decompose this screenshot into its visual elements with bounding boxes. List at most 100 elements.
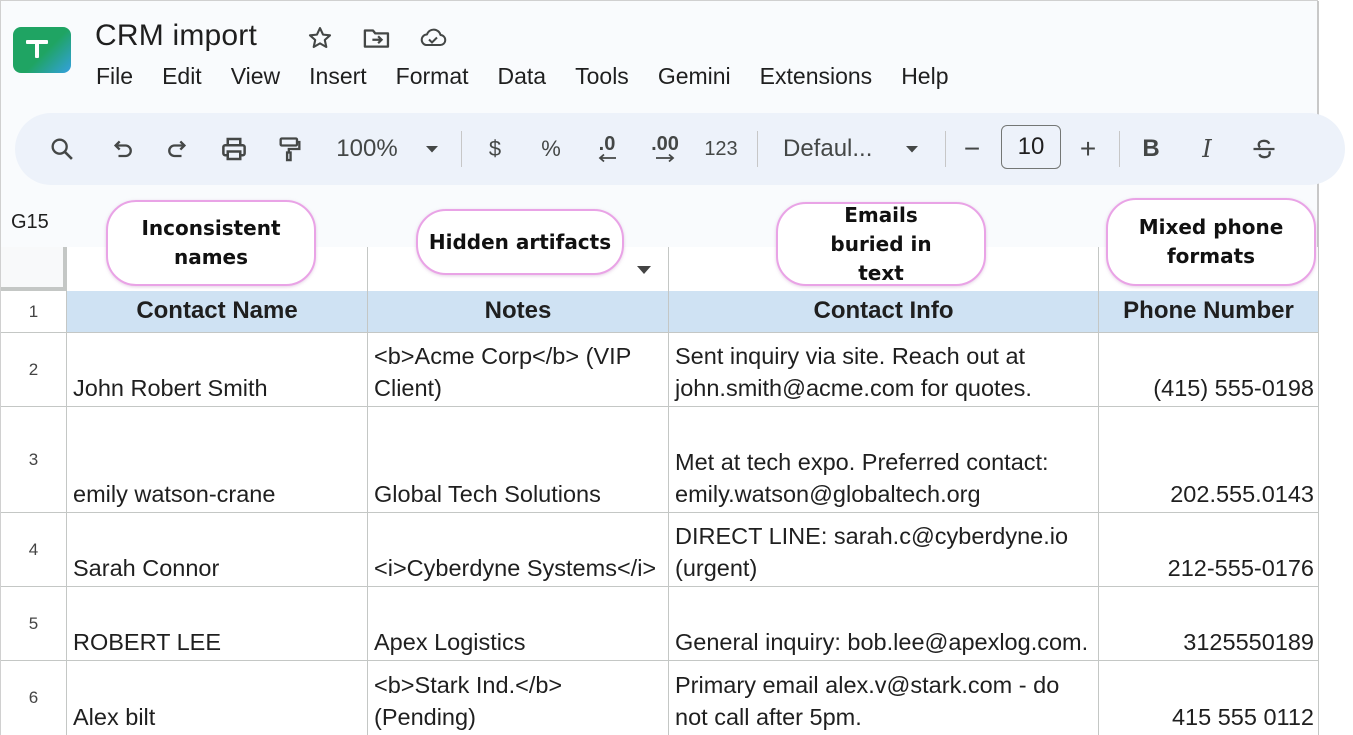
row-header-1[interactable]: 1 <box>1 291 67 333</box>
callout-emails-buried: Emails buried in text <box>776 202 986 286</box>
header-cell-phone-number[interactable]: Phone Number <box>1099 291 1319 333</box>
header-cell-contact-info[interactable]: Contact Info <box>669 291 1099 333</box>
cell-phone[interactable]: (415) 555-0198 <box>1099 333 1319 407</box>
callout-hidden-artifacts: Hidden artifacts <box>416 209 624 275</box>
cell-info[interactable]: DIRECT LINE: sarah.c@cyberdyne.io (urgen… <box>669 513 1099 587</box>
toolbar-divider <box>1119 131 1120 167</box>
cell-text: emily watson-crane <box>73 481 276 507</box>
percent-format-button[interactable]: % <box>535 113 567 185</box>
row-header-5[interactable]: 5 <box>1 587 67 661</box>
cell-notes[interactable]: <b>Stark Ind.</b> (Pending) <box>368 661 669 735</box>
cell-notes[interactable]: <b>Acme Corp</b> (VIP Client) <box>368 333 669 407</box>
cell-notes[interactable]: Global Tech Solutions <box>368 407 669 513</box>
cell-text: 212-555-0176 <box>1167 555 1314 581</box>
row-header-3[interactable]: 3 <box>1 407 67 513</box>
zoom-select[interactable]: 100% <box>331 113 403 185</box>
cell-name[interactable]: John Robert Smith <box>67 333 368 407</box>
increase-decimal-button[interactable]: .00 <box>643 113 687 185</box>
cell-text: Primary email alex.v@stark.com - do not … <box>675 672 1060 730</box>
menu-format[interactable]: Format <box>396 63 469 90</box>
decrease-decimal-button[interactable]: .0 <box>587 113 627 185</box>
cell-phone[interactable]: 202.555.0143 <box>1099 407 1319 513</box>
cell-text: <b>Stark Ind.</b> (Pending) <box>374 672 563 730</box>
currency-format-button[interactable]: $ <box>479 113 511 185</box>
undo-icon[interactable] <box>105 113 139 185</box>
cell-text: 3125550189 <box>1183 629 1314 655</box>
cell-name[interactable]: Sarah Connor <box>67 513 368 587</box>
cell-text: Sarah Connor <box>73 555 220 581</box>
menu-data[interactable]: Data <box>498 63 547 90</box>
cell-phone[interactable]: 3125550189 <box>1099 587 1319 661</box>
paint-format-icon[interactable] <box>273 113 307 185</box>
callout-inconsistent-names: Inconsistent names <box>106 200 316 286</box>
menu-bar: File Edit View Insert Format Data Tools … <box>96 63 978 90</box>
cell-text: <i>Cyberdyne Systems</i> <box>374 555 657 581</box>
italic-button[interactable]: I <box>1193 113 1221 185</box>
cell-name[interactable]: emily watson-crane <box>67 407 368 513</box>
toolbar-divider <box>461 131 462 167</box>
cell-text: Met at tech expo. Preferred contact: emi… <box>675 449 1049 507</box>
move-to-folder-icon[interactable] <box>362 23 392 53</box>
decrease-font-size-button[interactable]: − <box>957 113 987 185</box>
bold-button[interactable]: B <box>1137 113 1165 185</box>
menu-extensions[interactable]: Extensions <box>760 63 873 90</box>
toolbar-divider <box>757 131 758 167</box>
cell-info[interactable]: Met at tech expo. Preferred contact: emi… <box>669 407 1099 513</box>
callout-mixed-phone-formats: Mixed phone formats <box>1106 198 1316 286</box>
header-cell-contact-name[interactable]: Contact Name <box>67 291 368 333</box>
increase-font-size-button[interactable]: + <box>1073 113 1103 185</box>
cell-text: John Robert Smith <box>73 375 268 401</box>
cell-notes[interactable]: <i>Cyberdyne Systems</i> <box>368 513 669 587</box>
cell-info[interactable]: Sent inquiry via site. Reach out at john… <box>669 333 1099 407</box>
print-icon[interactable] <box>216 113 252 185</box>
cell-text: 415 555 0112 <box>1171 704 1314 730</box>
star-icon[interactable] <box>305 23 335 53</box>
menu-tools[interactable]: Tools <box>575 63 629 90</box>
menu-gemini[interactable]: Gemini <box>658 63 731 90</box>
name-box[interactable]: G15 <box>11 211 49 234</box>
zoom-dropdown-icon[interactable] <box>421 113 443 185</box>
font-family-select[interactable]: Defaul... <box>783 113 883 185</box>
cell-name[interactable]: ROBERT LEE <box>67 587 368 661</box>
font-size-input[interactable]: 10 <box>1001 125 1061 169</box>
strikethrough-icon[interactable] <box>1247 113 1281 185</box>
cell-phone[interactable]: 212-555-0176 <box>1099 513 1319 587</box>
cell-notes[interactable]: Apex Logistics <box>368 587 669 661</box>
document-title[interactable]: CRM import <box>95 19 257 53</box>
redo-icon[interactable] <box>161 113 195 185</box>
cell-text: General inquiry: bob.lee@apexlog.com. <box>675 629 1089 655</box>
sheets-logo-icon[interactable] <box>13 27 71 73</box>
cell-text: 202.555.0143 <box>1170 481 1314 507</box>
menu-view[interactable]: View <box>231 63 280 90</box>
cell-text: DIRECT LINE: sarah.c@cyberdyne.io (urgen… <box>675 523 1069 581</box>
row-header-6[interactable]: 6 <box>1 661 67 735</box>
menu-insert[interactable]: Insert <box>309 63 367 90</box>
font-dropdown-icon[interactable] <box>901 113 923 185</box>
more-formats-button[interactable]: 123 <box>701 113 741 185</box>
cell-info[interactable]: Primary email alex.v@stark.com - do not … <box>669 661 1099 735</box>
cell-text: Sent inquiry via site. Reach out at john… <box>675 343 1032 401</box>
cloud-saved-icon[interactable] <box>418 23 448 53</box>
arrow-right-icon <box>656 153 675 163</box>
select-all-corner[interactable] <box>1 247 67 291</box>
menu-help[interactable]: Help <box>901 63 948 90</box>
decrease-decimal-label: .0 <box>598 133 616 155</box>
row-header-4[interactable]: 4 <box>1 513 67 587</box>
header-cell-notes[interactable]: Notes <box>368 291 669 333</box>
spreadsheet-app: CRM import File Edit View Insert Format … <box>0 0 1345 735</box>
cell-text: (415) 555-0198 <box>1153 375 1314 401</box>
cell-info[interactable]: General inquiry: bob.lee@apexlog.com. <box>669 587 1099 661</box>
menu-edit[interactable]: Edit <box>162 63 202 90</box>
row-header-2[interactable]: 2 <box>1 333 67 407</box>
filter-dropdown-icon[interactable] <box>637 266 651 274</box>
search-icon[interactable] <box>45 113 79 185</box>
arrow-left-icon <box>598 153 616 163</box>
cell-text: <b>Acme Corp</b> (VIP Client) <box>374 343 631 401</box>
cell-phone[interactable]: 415 555 0112 <box>1099 661 1319 735</box>
cell-text: ROBERT LEE <box>73 629 222 655</box>
menu-file[interactable]: File <box>96 63 133 90</box>
increase-decimal-label: .00 <box>651 133 679 155</box>
cell-text: Apex Logistics <box>374 629 526 655</box>
toolbar-divider <box>945 131 946 167</box>
cell-name[interactable]: Alex bilt <box>67 661 368 735</box>
